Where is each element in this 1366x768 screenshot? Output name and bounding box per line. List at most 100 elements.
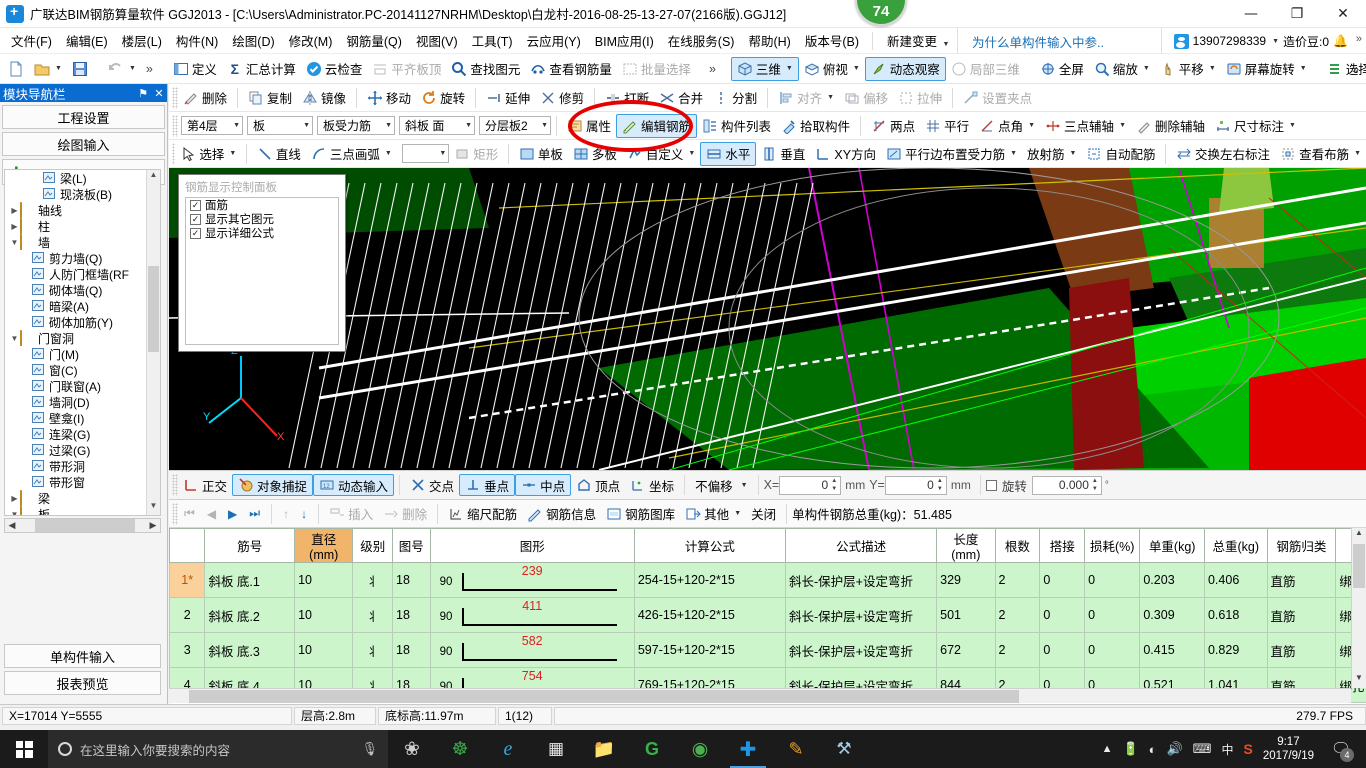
tray-keyboard-icon[interactable]: ⌨ — [1193, 741, 1212, 757]
scroll-down-icon[interactable]: ▼ — [1352, 673, 1366, 688]
chevron-down-icon[interactable]: ▼ — [1028, 122, 1035, 129]
bell-icon[interactable]: 🔔 — [1333, 34, 1348, 48]
chevron-down-icon[interactable]: ▼ — [1119, 122, 1126, 129]
delete-button[interactable]: 删除 — [178, 86, 232, 110]
cell-rebar-number[interactable]: 斜板 底.1 — [204, 562, 296, 598]
offset-mode-selector[interactable]: 不偏移 ▼ — [690, 474, 752, 496]
table-row[interactable]: 1* 斜板 底.1 10 丬 18 90 239 254-15+120-2*15 斜长-保护层+… — [169, 562, 1366, 598]
vertical-button[interactable]: 垂直 — [756, 142, 810, 166]
cell-category[interactable]: 直筋 — [1266, 597, 1337, 633]
tree-node[interactable]: 带形窗 — [5, 474, 160, 490]
table-row[interactable]: 3 斜板 底.3 10 丬 18 90 582 597-15+120-2*15 斜长-保护层+设… — [169, 632, 1366, 668]
chevron-down-icon[interactable]: ▼ — [1300, 65, 1307, 72]
cell-diameter[interactable]: 10 — [294, 632, 354, 668]
microphone-icon[interactable]: 🎙 — [361, 741, 378, 757]
table-row[interactable]: 2 斜板 底.2 10 丬 18 90 411 426-15+120-2*15 斜长-保护层+设… — [169, 597, 1366, 633]
cell-rebar-number[interactable]: 斜板 底.3 — [204, 632, 296, 668]
delete-row-button[interactable]: 删除 — [378, 502, 432, 526]
rebar-edit-grid[interactable]: 筋号 直径(mm) 级别 图号 图形 计算公式 公式描述 长度(mm) 根数 搭接 损耗(%) 单重(… — [169, 528, 1366, 704]
tree-node[interactable]: ▶ 柱 — [5, 218, 160, 234]
tree-node[interactable]: 暗梁(A) — [5, 298, 160, 314]
top-view-button[interactable]: 俯视 ▼ — [799, 57, 865, 81]
cell-lap[interactable]: 0 — [1039, 562, 1086, 598]
x-spinner[interactable]: ▲ ▼ — [829, 477, 839, 494]
taskbar-app-spiral[interactable]: ☸ — [436, 730, 484, 768]
component-tree[interactable]: ▲ ▼ 梁(L) 现浇板(B) ▶ 轴线 ▶ 柱 ▼ 墙剪力墙(Q) 人防门框墙(RF 砌体墙(Q… — [4, 169, 161, 516]
tree-node[interactable]: 壁龛(I) — [5, 410, 160, 426]
xy-direction-button[interactable]: XY方向 — [810, 142, 881, 166]
zoom-button[interactable]: 缩放 ▼ — [1089, 57, 1155, 81]
cell-length[interactable]: 329 — [936, 562, 996, 598]
set-grip-button[interactable]: 设置夹点 — [958, 86, 1037, 110]
pin-icon[interactable]: ⚑ — [135, 87, 151, 100]
single-slab-button[interactable]: 单板 — [514, 142, 568, 166]
save-button[interactable] — [67, 57, 93, 81]
cell-formula[interactable]: 426-15+120-2*15 — [633, 597, 787, 633]
tree-hscrollbar[interactable]: ◀ ▶ — [4, 518, 161, 533]
chevron-down-icon[interactable]: ▼ — [1209, 65, 1216, 72]
custom-button[interactable]: 自定义 ▼ — [622, 142, 700, 166]
copy-button[interactable]: 复制 — [243, 86, 297, 110]
swap-lr-label-button[interactable]: 交换左右标注 — [1171, 142, 1275, 166]
chevron-down-icon[interactable]: ▼ — [1070, 150, 1077, 157]
define-button[interactable]: 定义 — [168, 57, 222, 81]
rotate-input[interactable]: 0.000 ▲ ▼ — [1031, 475, 1102, 495]
column-header[interactable]: 损耗(%) — [1084, 528, 1141, 563]
tray-wifi-icon[interactable]: ◐ — [1149, 742, 1157, 757]
checkbox-show-detail-formula[interactable]: ✓ — [190, 227, 201, 239]
screen-rotate-button[interactable]: 屏幕旋转 ▼ — [1221, 57, 1312, 81]
model-viewport-3d[interactable]: Z Y X 钢筋显示控制面板 ✓ 面筋 ✓ 显示其它图元 ✓ 显示详细公式 — [169, 168, 1366, 470]
cell-length[interactable]: 672 — [936, 632, 996, 668]
tree-node[interactable]: ▶ 梁 — [5, 490, 160, 506]
first-record-button[interactable]: ⏮ — [178, 506, 201, 521]
menu-help[interactable]: 帮助(H) — [741, 28, 797, 53]
chevron-down-icon[interactable]: ▼ — [9, 510, 20, 516]
cell-rebar-number[interactable]: 斜板 底.2 — [204, 597, 296, 633]
next-record-button[interactable]: ▶ — [222, 507, 243, 521]
toolbar-overflow-4[interactable]: » — [1335, 142, 1352, 166]
cell-category[interactable]: 直筋 — [1266, 562, 1337, 598]
taskbar-app-ggj[interactable]: ✚ — [724, 730, 772, 768]
tree-node[interactable]: 梁(L) — [5, 170, 160, 186]
tree-node[interactable]: 砌体加筋(Y) — [5, 314, 160, 330]
column-header[interactable] — [169, 528, 206, 563]
cell-grade[interactable]: 丬 — [352, 632, 394, 668]
scroll-left-icon[interactable]: ◀ — [5, 520, 19, 531]
menu-version[interactable]: 版本号(B) — [798, 28, 866, 53]
column-header[interactable]: 钢筋归类 — [1266, 528, 1337, 563]
cell-figure-number[interactable]: 18 — [392, 597, 431, 633]
taskbar-app-g[interactable]: G — [628, 730, 676, 768]
new-file-button[interactable] — [3, 57, 29, 81]
menu-bim-app[interactable]: BIM应用(I) — [588, 28, 661, 53]
chevron-down-icon[interactable]: ▼ — [9, 238, 20, 247]
cell-grade[interactable]: 丬 — [352, 562, 394, 598]
cell-loss[interactable]: 0 — [1084, 632, 1141, 668]
point-angle-button[interactable]: 点角 ▼ — [974, 114, 1040, 138]
notification-center-button[interactable]: 🗨 4 — [1324, 730, 1358, 768]
tray-battery-icon[interactable]: 🔋 — [1122, 741, 1138, 757]
column-header[interactable]: 长度(mm) — [936, 528, 996, 563]
chevron-down-icon[interactable]: ▼ — [229, 150, 236, 157]
cell-row-number[interactable]: 3 — [169, 632, 206, 668]
rebar-option-row[interactable]: ✓ 显示其它图元 — [186, 212, 338, 226]
tree-node[interactable]: 剪力墙(Q) — [5, 250, 160, 266]
taskbar-app-tool[interactable]: ⚒ — [820, 730, 868, 768]
scroll-up-icon[interactable]: ▲ — [1352, 528, 1366, 543]
chevron-down-icon[interactable]: ▼ — [1010, 150, 1017, 157]
viewport-canvas[interactable]: Z Y X — [169, 168, 1366, 470]
column-header[interactable]: 搭接 — [1039, 528, 1086, 563]
offset-button[interactable]: 偏移 — [839, 86, 893, 110]
fullscreen-button[interactable]: 全屏 — [1035, 57, 1089, 81]
tree-node[interactable]: ▶ 轴线 — [5, 202, 160, 218]
rebar-option-row[interactable]: ✓ 显示详细公式 — [186, 226, 338, 240]
floor-selector[interactable]: 第4层 ▼ — [181, 116, 243, 135]
cell-shape[interactable]: 90 411 — [429, 597, 635, 633]
move-down-button[interactable]: ↓ — [295, 507, 313, 521]
rebar-option-row[interactable]: ✓ 面筋 — [186, 198, 338, 212]
merge-button[interactable]: 合并 — [654, 86, 708, 110]
move-button[interactable]: 移动 — [362, 86, 416, 110]
open-file-button[interactable]: ▼ — [29, 57, 67, 81]
tree-scroll-thumb[interactable] — [148, 266, 159, 352]
cell-length[interactable]: 501 — [936, 597, 996, 633]
extend-button[interactable]: 延伸 — [481, 86, 535, 110]
